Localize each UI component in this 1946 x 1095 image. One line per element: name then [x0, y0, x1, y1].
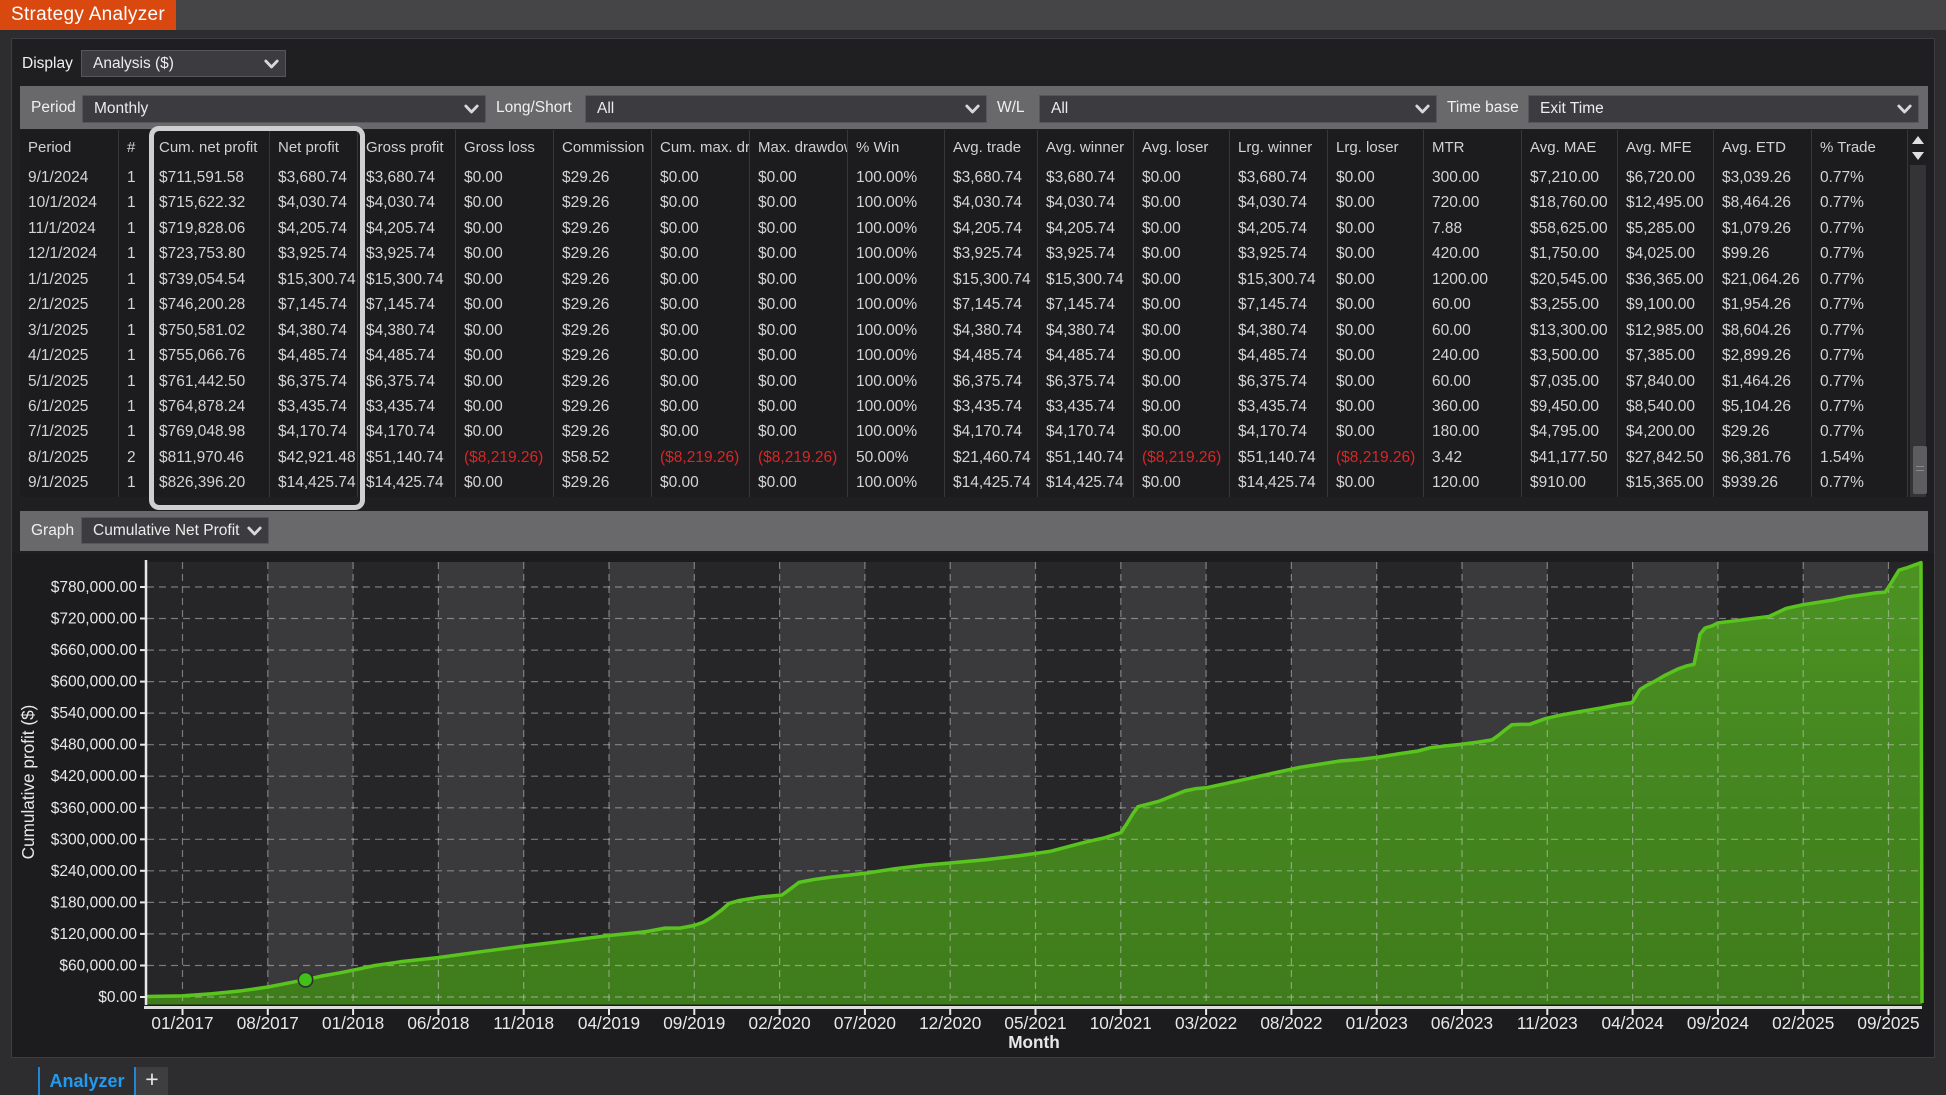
svg-text:Month: Month [1008, 1032, 1060, 1052]
svg-text:$600,000.00: $600,000.00 [51, 674, 138, 691]
svg-text:$660,000.00: $660,000.00 [51, 642, 138, 659]
svg-text:04/2024: 04/2024 [1602, 1013, 1665, 1033]
svg-text:02/2020: 02/2020 [749, 1013, 811, 1033]
svg-text:01/2023: 01/2023 [1346, 1013, 1408, 1033]
svg-text:04/2019: 04/2019 [578, 1013, 640, 1033]
svg-text:$120,000.00: $120,000.00 [51, 926, 138, 943]
svg-text:$720,000.00: $720,000.00 [51, 611, 138, 628]
svg-text:06/2018: 06/2018 [407, 1013, 469, 1033]
svg-text:09/2024: 09/2024 [1687, 1013, 1750, 1033]
svg-text:Cumulative profit ($): Cumulative profit ($) [18, 705, 38, 860]
svg-text:11/2023: 11/2023 [1517, 1013, 1578, 1033]
svg-text:03/2022: 03/2022 [1175, 1013, 1237, 1033]
svg-text:$0.00: $0.00 [98, 989, 137, 1006]
svg-text:$180,000.00: $180,000.00 [51, 894, 138, 911]
svg-text:$480,000.00: $480,000.00 [51, 737, 138, 754]
svg-text:09/2019: 09/2019 [663, 1013, 725, 1033]
svg-text:$540,000.00: $540,000.00 [51, 705, 138, 722]
svg-text:$360,000.00: $360,000.00 [51, 800, 138, 817]
svg-text:08/2022: 08/2022 [1260, 1013, 1322, 1033]
svg-text:12/2020: 12/2020 [919, 1013, 981, 1033]
svg-text:$300,000.00: $300,000.00 [51, 831, 138, 848]
svg-text:11/2018: 11/2018 [493, 1013, 554, 1033]
svg-text:01/2017: 01/2017 [151, 1013, 213, 1033]
svg-text:$240,000.00: $240,000.00 [51, 863, 138, 880]
svg-text:10/2021: 10/2021 [1090, 1013, 1152, 1033]
svg-text:$60,000.00: $60,000.00 [59, 958, 137, 975]
svg-text:06/2023: 06/2023 [1431, 1013, 1493, 1033]
svg-text:$420,000.00: $420,000.00 [51, 768, 138, 785]
svg-text:08/2017: 08/2017 [237, 1013, 299, 1033]
svg-text:07/2020: 07/2020 [834, 1013, 896, 1033]
svg-text:01/2018: 01/2018 [322, 1013, 384, 1033]
svg-text:09/2025: 09/2025 [1857, 1013, 1919, 1033]
svg-text:$780,000.00: $780,000.00 [51, 579, 138, 596]
svg-text:02/2025: 02/2025 [1772, 1013, 1834, 1033]
svg-text:05/2021: 05/2021 [1004, 1013, 1066, 1033]
